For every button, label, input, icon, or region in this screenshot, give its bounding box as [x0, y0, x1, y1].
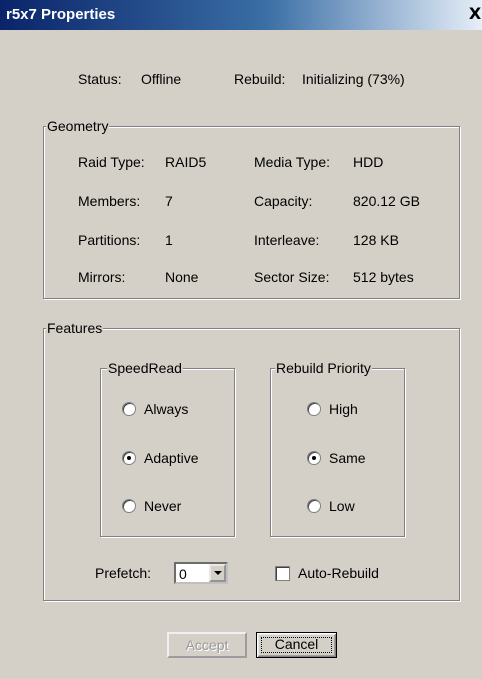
status-value: Offline [141, 71, 182, 87]
interleave-label: Interleave: [254, 232, 320, 248]
capacity-label: Capacity: [254, 193, 313, 209]
partitions-label: Partitions: [78, 232, 141, 248]
sector-size-value: 512 bytes [353, 269, 414, 285]
radio-label: Never [144, 498, 182, 514]
raid-type-value: RAID5 [165, 154, 207, 170]
rebuild-value: Initializing (73%) [302, 71, 405, 87]
media-type-value: HDD [353, 154, 384, 170]
rebuild-priority-high-radio[interactable]: High [307, 400, 358, 418]
speedread-legend: SpeedRead [107, 359, 183, 377]
chevron-down-icon[interactable] [209, 564, 226, 582]
radio-button[interactable] [307, 402, 321, 416]
radio-label: Always [144, 401, 189, 417]
rebuild-priority-low-radio[interactable]: Low [307, 497, 355, 515]
title-bar: r5x7 Properties X [0, 0, 482, 30]
prefetch-label: Prefetch: [95, 565, 152, 581]
capacity-value: 820.12 GB [353, 193, 420, 209]
prefetch-select[interactable]: 0 [174, 562, 228, 584]
radio-label: High [329, 401, 358, 417]
mirrors-value: None [165, 269, 199, 285]
partitions-value: 1 [165, 232, 173, 248]
auto-rebuild-label: Auto-Rebuild [298, 565, 379, 581]
radio-label: Low [329, 498, 355, 514]
prefetch-value: 0 [179, 566, 187, 582]
radio-label: Same [329, 450, 366, 466]
interleave-value: 128 KB [353, 232, 399, 248]
features-legend: Features [46, 319, 104, 337]
cancel-button[interactable]: Cancel [256, 632, 337, 658]
status-label: Status: [78, 71, 122, 87]
radio-button-selected[interactable] [307, 451, 321, 465]
speedread-always-radio[interactable]: Always [122, 400, 188, 418]
rebuild-label: Rebuild: [234, 71, 286, 87]
accept-label: Accept [185, 637, 229, 653]
radio-button-selected[interactable] [122, 451, 136, 465]
geometry-legend: Geometry [46, 117, 110, 135]
accept-button[interactable]: Accept [167, 632, 247, 658]
speedread-adaptive-radio[interactable]: Adaptive [122, 449, 198, 467]
rebuild-priority-legend: Rebuild Priority [275, 359, 372, 377]
window-title: r5x7 Properties [6, 6, 116, 23]
radio-label: Adaptive [144, 450, 199, 466]
auto-rebuild-checkbox[interactable] [275, 566, 290, 581]
members-value: 7 [165, 193, 173, 209]
raid-type-label: Raid Type: [78, 154, 145, 170]
media-type-label: Media Type: [254, 154, 331, 170]
mirrors-label: Mirrors: [78, 269, 126, 285]
cancel-label: Cancel [274, 636, 319, 652]
members-label: Members: [78, 193, 141, 209]
sector-size-label: Sector Size: [254, 269, 330, 285]
radio-button[interactable] [307, 499, 321, 513]
speedread-never-radio[interactable]: Never [122, 497, 181, 515]
close-icon[interactable]: X [468, 6, 482, 22]
radio-button[interactable] [122, 499, 136, 513]
rebuild-priority-same-radio[interactable]: Same [307, 449, 366, 467]
radio-button[interactable] [122, 402, 136, 416]
